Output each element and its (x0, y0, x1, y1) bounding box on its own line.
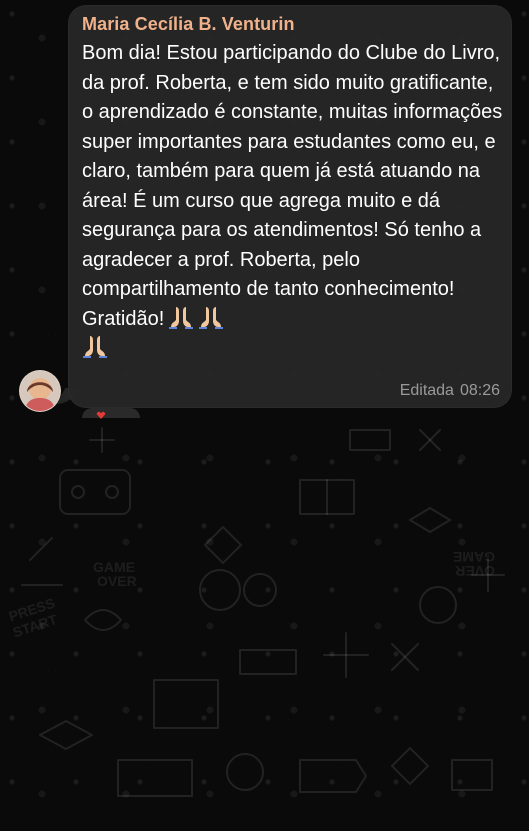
message-time: 08:26 (459, 382, 500, 399)
sender-name[interactable]: Maria Cecília B. Venturin (82, 12, 295, 36)
chat-message: Maria Cecília B. Venturin Bom dia! Estou… (0, 0, 529, 420)
message-text: Bom dia! Estou participando do Clube do … (82, 39, 507, 364)
message-meta: Editada 08:26 (400, 381, 500, 401)
reaction-chip[interactable] (82, 408, 140, 419)
svg-text:OVER: OVER (97, 573, 137, 589)
praying-hands-emoji (198, 305, 224, 329)
edited-label: Editada (399, 382, 454, 399)
heart-icon (96, 411, 106, 419)
praying-hands-emoji (168, 305, 194, 329)
svg-text:GAME: GAME (453, 549, 495, 565)
praying-hands-emoji (82, 334, 108, 358)
message-body: Bom dia! Estou participando do Clube do … (82, 42, 508, 330)
profile-photo-icon (20, 371, 60, 411)
svg-text:OVER: OVER (455, 563, 495, 579)
profile-photo-avatar[interactable] (19, 370, 61, 412)
